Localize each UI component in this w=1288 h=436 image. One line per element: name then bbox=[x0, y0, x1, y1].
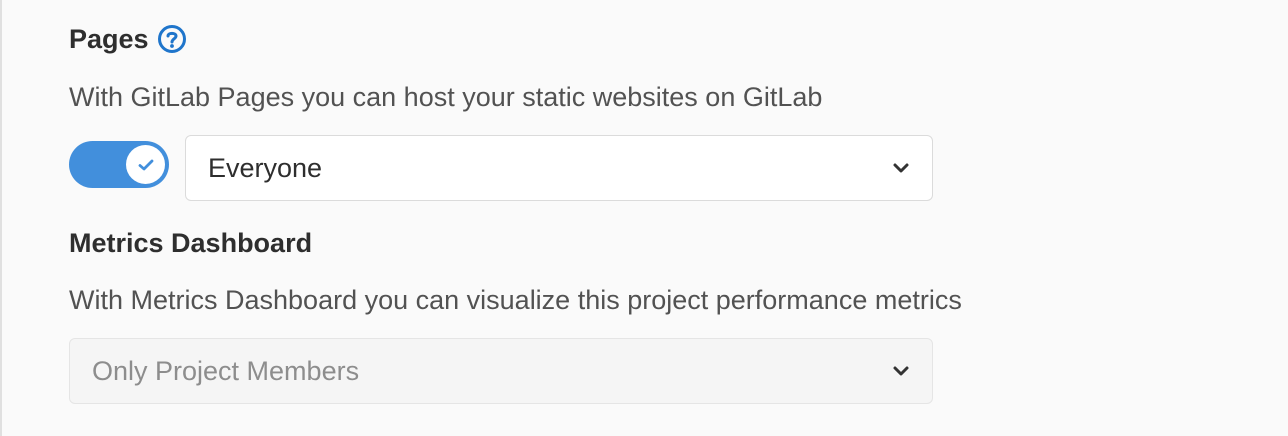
metrics-description: With Metrics Dashboard you can visualize… bbox=[69, 285, 962, 315]
settings-panel: Pages With GitLab Pages you can host you… bbox=[0, 0, 1288, 436]
metrics-access-value: Only Project Members bbox=[92, 355, 360, 386]
toggle-knob bbox=[126, 145, 165, 184]
metrics-access-select: Only Project Members bbox=[69, 338, 933, 404]
pages-access-select[interactable]: Everyone bbox=[185, 135, 933, 201]
chevron-down-icon bbox=[893, 163, 909, 173]
pages-description: With GitLab Pages you can host your stat… bbox=[69, 82, 823, 112]
pages-access-value: Everyone bbox=[208, 152, 323, 183]
chevron-down-icon bbox=[893, 366, 909, 376]
pages-section-title: Pages bbox=[69, 24, 149, 54]
pages-toggle[interactable] bbox=[69, 141, 169, 188]
check-icon bbox=[138, 159, 153, 170]
question-circle-icon[interactable] bbox=[157, 24, 187, 54]
metrics-section-title: Metrics Dashboard bbox=[69, 228, 313, 258]
pages-title-row: Pages bbox=[69, 22, 187, 56]
